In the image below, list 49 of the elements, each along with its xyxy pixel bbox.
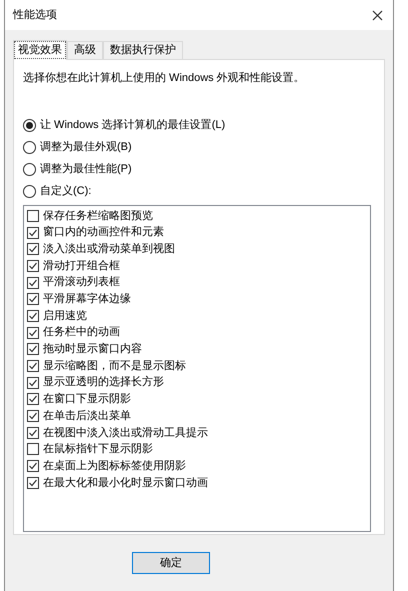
checkbox-label: 启用速览 — [43, 308, 87, 324]
checkbox-label: 滑动打开组合框 — [43, 258, 120, 274]
checkbox[interactable] — [27, 376, 39, 389]
tab[interactable]: 数据执行保护 — [103, 41, 183, 59]
checkbox-label: 拖动时显示窗口内容 — [43, 342, 142, 358]
checkbox[interactable] — [27, 276, 39, 289]
checkbox[interactable] — [27, 310, 39, 322]
checkbox-label: 任务栏中的动画 — [43, 325, 120, 340]
description-text: 选择你想在此计算机上使用的 Windows 外观和性能设置。 — [23, 70, 306, 86]
radio-button[interactable] — [23, 118, 36, 132]
radio-label: 调整为最佳性能(P) — [40, 162, 132, 177]
checkbox[interactable] — [27, 410, 39, 422]
radio-label: 让 Windows 选择计算机的最佳设置(L) — [40, 118, 226, 133]
checkbox[interactable] — [27, 210, 39, 222]
checkbox-label: 在桌面上为图标标签使用阴影 — [43, 458, 186, 474]
radio-label: 调整为最佳外观(B) — [40, 140, 132, 155]
checkbox-label: 窗口内的动画控件和元素 — [43, 224, 164, 240]
checkbox-label: 在窗口下显示阴影 — [43, 392, 131, 408]
radio-label: 自定义(C): — [40, 184, 92, 199]
checkbox-label: 在单击后淡出菜单 — [43, 408, 131, 424]
checkbox-label: 显示缩略图，而不是显示图标 — [43, 358, 186, 374]
window-title: 性能选项 — [13, 8, 57, 23]
tab[interactable]: 高级 — [67, 41, 103, 59]
radio-button[interactable] — [23, 140, 36, 154]
checkbox-label: 保存任务栏缩略图预览 — [43, 208, 153, 224]
checkbox[interactable] — [27, 343, 39, 356]
checkbox[interactable] — [27, 443, 39, 456]
checkbox-label: 淡入淡出或滑动菜单到视图 — [43, 242, 175, 257]
checkbox-label: 平滑滚动列表框 — [43, 274, 120, 290]
checkbox-label: 显示亚透明的选择长方形 — [43, 374, 164, 390]
checkbox[interactable] — [27, 226, 39, 239]
checkbox[interactable] — [27, 293, 39, 306]
checkbox[interactable] — [27, 460, 39, 472]
checkbox[interactable] — [27, 243, 39, 256]
checkbox[interactable] — [27, 326, 39, 339]
checkbox[interactable] — [27, 393, 39, 406]
radio-button[interactable] — [23, 162, 36, 176]
close-icon[interactable] — [372, 10, 383, 20]
checkbox[interactable] — [27, 260, 39, 272]
checkbox-label: 在鼠标指针下显示阴影 — [43, 442, 153, 458]
checkbox-label: 平滑屏幕字体边缘 — [43, 292, 131, 308]
ok-button[interactable]: 确定 — [132, 552, 210, 574]
radio-button[interactable] — [23, 184, 36, 198]
tab[interactable]: 视觉效果 — [13, 40, 67, 60]
checkbox[interactable] — [27, 476, 39, 489]
checkbox-label: 在最大化和最小化时显示窗口动画 — [43, 476, 208, 491]
checkbox[interactable] — [27, 426, 39, 439]
checkbox-label: 在视图中淡入淡出或滑动工具提示 — [43, 426, 208, 441]
checkbox[interactable] — [27, 360, 39, 372]
